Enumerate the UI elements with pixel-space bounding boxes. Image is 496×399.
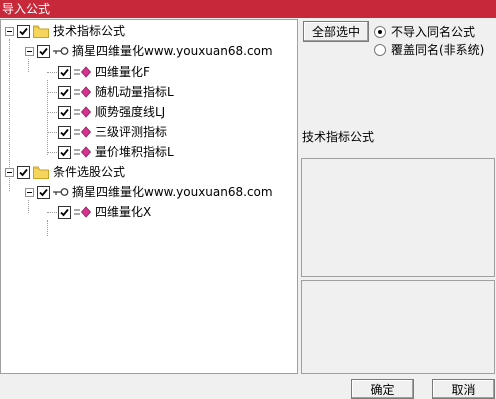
tree-connector: [47, 72, 57, 73]
formula-item[interactable]: 三级评测指标: [58, 122, 167, 142]
formula-item[interactable]: 顺势强度线LJ: [58, 102, 165, 122]
formula-icon: [74, 66, 92, 78]
option-overwrite[interactable]: 覆盖同名(非系统): [374, 41, 484, 58]
publisher-label: 摘星四维量化www.youxuan68.com: [72, 44, 273, 58]
option-label: 覆盖同名(非系统): [391, 43, 485, 57]
formula-checkbox[interactable]: [58, 85, 71, 99]
option-label: 不导入同名公式: [391, 25, 476, 39]
formula-checkbox[interactable]: [58, 125, 71, 139]
formula-info-box: [301, 158, 495, 277]
formula-item[interactable]: 量价堆积指标L: [58, 142, 174, 162]
formula-item[interactable]: 随机动量指标L: [58, 82, 174, 102]
ok-button[interactable]: 确定: [351, 379, 414, 399]
option-skip-duplicates[interactable]: 不导入同名公式: [374, 23, 475, 40]
formula-label: 三级评测指标: [95, 125, 168, 139]
tree-connector: [47, 132, 57, 133]
formula-checkbox[interactable]: [58, 205, 71, 219]
key-icon: [53, 188, 69, 196]
folder-icon: [33, 166, 49, 179]
formula-label: 四维量化F: [95, 65, 150, 79]
tree-group[interactable]: 技术指标公式: [5, 21, 125, 41]
tree-connector: [47, 152, 57, 153]
tree-connector: [47, 212, 57, 213]
select-all-button[interactable]: 全部选中: [303, 21, 369, 42]
formula-icon: [74, 146, 92, 158]
formula-tree[interactable]: 技术指标公式 摘星四维量化www.youxuan68.com 四维量化F 随机动量…: [0, 19, 298, 374]
publisher-checkbox[interactable]: [37, 44, 50, 58]
tree-publisher[interactable]: 摘星四维量化www.youxuan68.com: [25, 41, 273, 61]
formula-label: 量价堆积指标L: [95, 145, 174, 159]
formula-item[interactable]: 四维量化F: [58, 62, 150, 82]
formula-icon: [74, 86, 92, 98]
key-icon: [53, 47, 69, 55]
formula-description-box: [301, 280, 495, 374]
tree-publisher[interactable]: 摘星四维量化www.youxuan68.com: [25, 182, 273, 202]
formula-label: 随机动量指标L: [95, 85, 174, 99]
collapse-toggle[interactable]: [5, 167, 14, 177]
formula-label: 四维量化X: [95, 205, 152, 219]
formula-icon: [74, 206, 92, 218]
tree-group[interactable]: 条件选股公式: [5, 162, 125, 182]
publisher-checkbox[interactable]: [37, 185, 50, 199]
radio-skip-duplicates[interactable]: [374, 25, 386, 38]
group-checkbox[interactable]: [17, 165, 30, 179]
formula-icon: [74, 106, 92, 118]
collapse-toggle[interactable]: [5, 26, 14, 36]
formula-item[interactable]: 四维量化X: [58, 202, 151, 222]
window-title: 导入公式: [0, 0, 496, 18]
formula-label: 顺势强度线LJ: [95, 105, 166, 119]
publisher-label: 摘星四维量化www.youxuan68.com: [72, 185, 273, 199]
formula-icon: [74, 126, 92, 138]
formula-checkbox[interactable]: [58, 65, 71, 79]
section-label: 技术指标公式: [302, 130, 375, 144]
radio-overwrite[interactable]: [374, 43, 386, 56]
cancel-button[interactable]: 取消: [432, 379, 495, 399]
formula-checkbox[interactable]: [58, 105, 71, 119]
group-label: 条件选股公式: [53, 165, 126, 179]
collapse-toggle[interactable]: [25, 46, 34, 56]
group-label: 技术指标公式: [53, 24, 126, 38]
formula-checkbox[interactable]: [58, 145, 71, 159]
collapse-toggle[interactable]: [25, 187, 34, 197]
tree-connector: [47, 112, 57, 113]
tree-connector: [47, 220, 48, 236]
folder-icon: [33, 25, 49, 38]
group-checkbox[interactable]: [17, 24, 30, 38]
tree-connector: [47, 92, 57, 93]
